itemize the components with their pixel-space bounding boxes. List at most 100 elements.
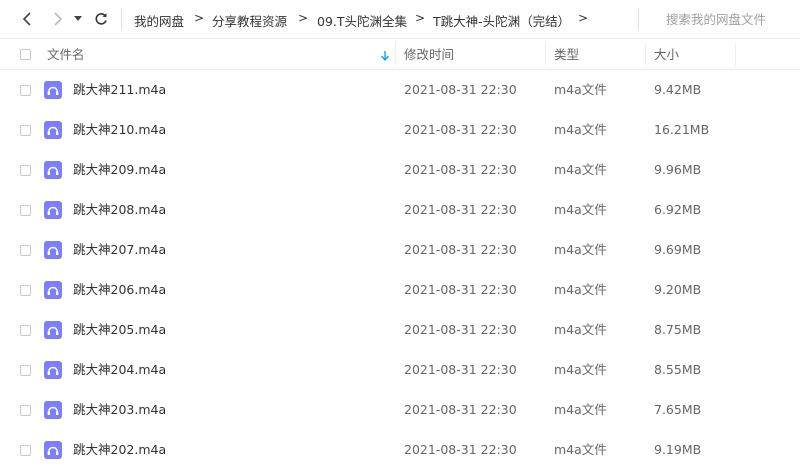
file-modified: 2021-08-31 22:30 — [404, 122, 517, 137]
audio-file-icon — [44, 121, 62, 139]
audio-file-icon — [44, 201, 62, 219]
file-type: m4a文件 — [554, 362, 607, 377]
column-divider — [545, 43, 546, 66]
audio-file-icon — [44, 401, 62, 419]
column-header-type[interactable]: 类型 — [554, 39, 579, 70]
search-input[interactable] — [650, 10, 800, 28]
file-size: 9.19MB — [654, 442, 702, 457]
audio-file-icon — [44, 281, 62, 299]
toolbar: 我的网盘 > 分享教程资源 > 09.T头陀渊全集 > T跳大神-头陀渊（完结）… — [0, 0, 800, 38]
file-modified: 2021-08-31 22:30 — [404, 322, 517, 337]
table-row[interactable]: 跳大神211.m4a 2021-08-31 22:30 m4a文件 9.42MB — [0, 70, 800, 110]
table-row[interactable]: 跳大神202.m4a 2021-08-31 22:30 m4a文件 9.19MB — [0, 430, 800, 470]
row-checkbox[interactable] — [20, 85, 31, 96]
column-divider — [735, 43, 736, 66]
file-name[interactable]: 跳大神204.m4a — [73, 350, 166, 390]
file-type: m4a文件 — [554, 282, 607, 297]
breadcrumb-separator: > — [415, 11, 426, 25]
file-modified: 2021-08-31 22:30 — [404, 442, 517, 457]
column-header-name[interactable]: 文件名 — [47, 39, 85, 70]
audio-file-icon — [44, 441, 62, 459]
caret-down-icon — [74, 16, 82, 21]
toolbar-divider — [121, 8, 122, 30]
audio-file-icon — [44, 161, 62, 179]
file-name[interactable]: 跳大神209.m4a — [73, 150, 166, 190]
file-type: m4a文件 — [554, 242, 607, 257]
column-divider — [395, 43, 396, 66]
file-modified: 2021-08-31 22:30 — [404, 362, 517, 377]
row-checkbox[interactable] — [20, 245, 31, 256]
file-size: 8.75MB — [654, 322, 702, 337]
file-modified: 2021-08-31 22:30 — [404, 282, 517, 297]
row-checkbox[interactable] — [20, 165, 31, 176]
table-row[interactable]: 跳大神210.m4a 2021-08-31 22:30 m4a文件 16.21M… — [0, 110, 800, 150]
table-row[interactable]: 跳大神206.m4a 2021-08-31 22:30 m4a文件 9.20MB — [0, 270, 800, 310]
row-checkbox[interactable] — [20, 125, 31, 136]
breadcrumb-separator: > — [194, 11, 205, 25]
row-checkbox[interactable] — [20, 205, 31, 216]
file-type: m4a文件 — [554, 442, 607, 457]
select-all-checkbox[interactable] — [20, 49, 31, 60]
audio-file-icon — [44, 321, 62, 339]
table-row[interactable]: 跳大神209.m4a 2021-08-31 22:30 m4a文件 9.96MB — [0, 150, 800, 190]
file-name[interactable]: 跳大神208.m4a — [73, 190, 166, 230]
table-row[interactable]: 跳大神208.m4a 2021-08-31 22:30 m4a文件 6.92MB — [0, 190, 800, 230]
sort-down-arrow-icon[interactable] — [381, 51, 389, 61]
file-size: 9.69MB — [654, 242, 702, 257]
audio-file-icon — [44, 361, 62, 379]
row-checkbox[interactable] — [20, 405, 31, 416]
file-name[interactable]: 跳大神203.m4a — [73, 390, 166, 430]
file-size: 8.55MB — [654, 362, 702, 377]
column-header-modified[interactable]: 修改时间 — [404, 39, 454, 70]
file-size: 9.96MB — [654, 162, 702, 177]
file-modified: 2021-08-31 22:30 — [404, 402, 517, 417]
table-row[interactable]: 跳大神204.m4a 2021-08-31 22:30 m4a文件 8.55MB — [0, 350, 800, 390]
table-row[interactable]: 跳大神207.m4a 2021-08-31 22:30 m4a文件 9.69MB — [0, 230, 800, 270]
file-size: 9.42MB — [654, 82, 702, 97]
breadcrumb-item-share[interactable]: 分享教程资源 — [212, 11, 287, 30]
file-name[interactable]: 跳大神211.m4a — [73, 70, 166, 110]
file-type: m4a文件 — [554, 82, 607, 97]
file-name[interactable]: 跳大神202.m4a — [73, 430, 166, 470]
table-row[interactable]: 跳大神203.m4a 2021-08-31 22:30 m4a文件 7.65MB — [0, 390, 800, 430]
forward-button[interactable] — [48, 9, 68, 29]
file-size: 9.20MB — [654, 282, 702, 297]
breadcrumb-separator: > — [578, 11, 589, 25]
file-modified: 2021-08-31 22:30 — [404, 82, 517, 97]
refresh-button[interactable] — [91, 9, 111, 29]
breadcrumb-item-collection[interactable]: 09.T头陀渊全集 — [317, 11, 407, 30]
search-box — [650, 6, 800, 32]
chevron-left-icon — [22, 12, 31, 26]
row-checkbox[interactable] — [20, 285, 31, 296]
column-header-size[interactable]: 大小 — [654, 39, 679, 70]
column-divider — [645, 43, 646, 66]
breadcrumb-item-root[interactable]: 我的网盘 — [134, 11, 184, 30]
file-modified: 2021-08-31 22:30 — [404, 242, 517, 257]
table-header: 文件名 修改时间 类型 大小 — [0, 38, 800, 70]
file-modified: 2021-08-31 22:30 — [404, 162, 517, 177]
back-button[interactable] — [17, 9, 37, 29]
row-checkbox[interactable] — [20, 445, 31, 456]
file-size: 6.92MB — [654, 202, 702, 217]
row-checkbox[interactable] — [20, 365, 31, 376]
audio-file-icon — [44, 81, 62, 99]
refresh-icon — [95, 13, 107, 25]
file-name[interactable]: 跳大神206.m4a — [73, 270, 166, 310]
file-name[interactable]: 跳大神210.m4a — [73, 110, 166, 150]
file-size: 7.65MB — [654, 402, 702, 417]
breadcrumb-separator: > — [298, 11, 309, 25]
file-type: m4a文件 — [554, 402, 607, 417]
breadcrumb-item-current[interactable]: T跳大神-头陀渊（完结） — [433, 11, 570, 30]
file-type: m4a文件 — [554, 122, 607, 137]
search-divider — [638, 8, 639, 30]
file-type: m4a文件 — [554, 322, 607, 337]
file-type: m4a文件 — [554, 162, 607, 177]
audio-file-icon — [44, 241, 62, 259]
file-type: m4a文件 — [554, 202, 607, 217]
history-dropdown-button[interactable] — [71, 9, 85, 29]
row-checkbox[interactable] — [20, 325, 31, 336]
file-size: 16.21MB — [654, 122, 710, 137]
file-name[interactable]: 跳大神207.m4a — [73, 230, 166, 270]
table-row[interactable]: 跳大神205.m4a 2021-08-31 22:30 m4a文件 8.75MB — [0, 310, 800, 350]
file-name[interactable]: 跳大神205.m4a — [73, 310, 166, 350]
